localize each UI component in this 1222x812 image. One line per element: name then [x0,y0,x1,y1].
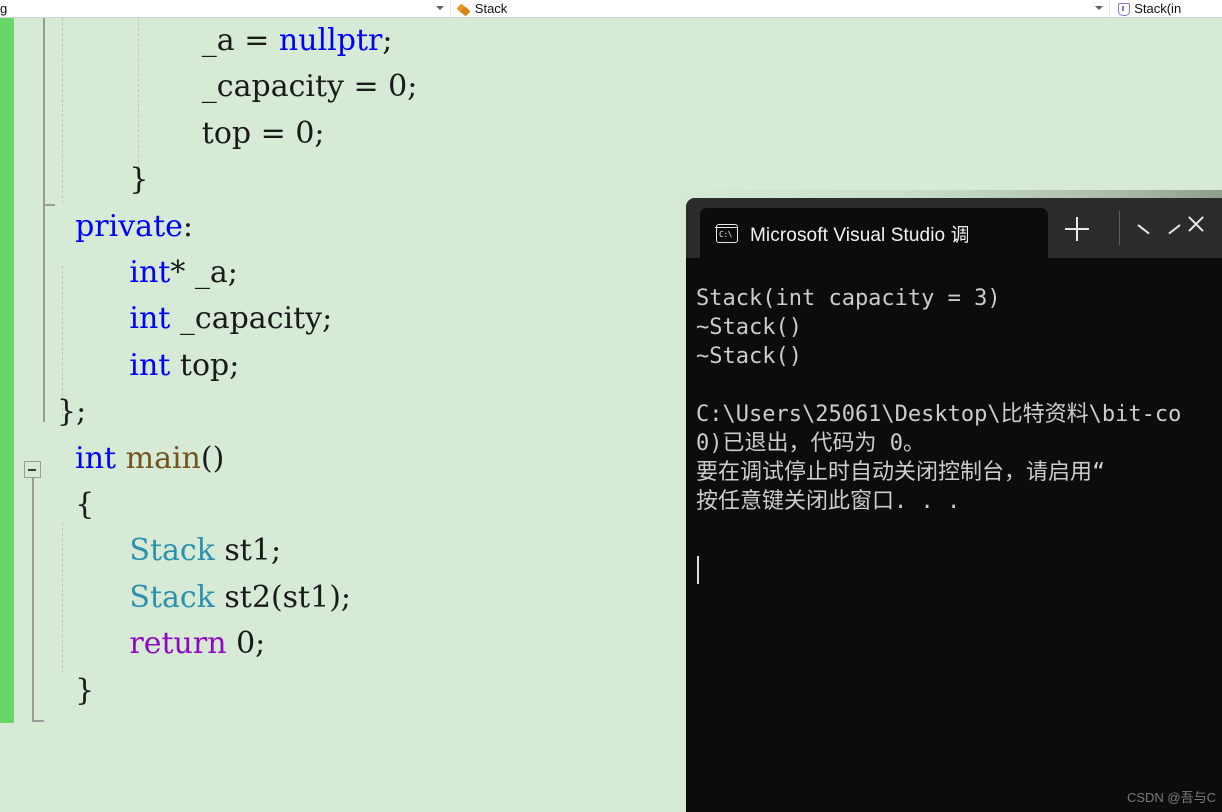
code-token: Stack [129,533,215,569]
code-token: private [75,208,183,244]
class-icon [457,2,471,16]
code-token: int [129,255,171,290]
screenshot-root: g Stack Stack(in _a = nullptr; _capacity … [0,0,1222,812]
code-line: } [129,157,148,203]
member-scope-dropdown[interactable]: Stack(in [1110,0,1222,18]
code-token: ; [382,23,393,58]
outlining-bracket-class [43,18,55,206]
toolbar-divider [1119,211,1120,245]
indent-guide [62,523,64,673]
indent-guide [62,18,64,203]
code-token: st2(st1); [214,579,352,615]
code-token: int [129,301,171,337]
code-line: { [75,482,94,528]
type-scope-dropdown[interactable]: Stack [450,0,1110,18]
code-token: _a = [201,23,279,58]
code-token: } [75,672,95,708]
code-token: _capacity; [170,301,333,337]
code-line: _a = nullptr; [202,18,393,64]
code-line: return 0; [129,621,265,667]
method-icon [1116,2,1131,16]
code-token: : [182,208,193,244]
code-token: }; [57,394,87,430]
code-token: int [129,347,171,383]
code-token: 0; [226,626,266,662]
console-terminal-icon: C:\ [715,223,738,243]
code-token: st1; [214,533,282,569]
project-scope-dropdown[interactable]: g [0,0,450,18]
code-line: }; [57,389,86,435]
indent-guide [138,18,140,178]
console-caret [697,556,699,584]
close-icon[interactable] [1184,212,1208,236]
console-window[interactable]: C:\ Microsoft Visual Studio 调试控制台 Stack(… [686,198,1222,812]
collapse-minus-icon[interactable] [24,461,41,478]
code-token: } [129,162,149,198]
code-line: } [75,668,94,714]
console-tab-active[interactable]: C:\ Microsoft Visual Studio 调试控制台 [700,208,1048,258]
code-line: int top; [129,343,239,389]
chevron-down-icon[interactable] [1138,218,1166,240]
outlining-bracket-main [32,478,44,722]
chevron-down-icon[interactable] [435,6,444,10]
code-token: _capacity = 0; [201,69,418,105]
csdn-watermark: CSDN @吾与C [1126,790,1216,805]
code-line: Stack st2(st1); [129,575,351,621]
code-token: return [129,626,227,662]
code-token: top; [170,347,240,383]
chevron-down-icon[interactable] [1095,6,1104,10]
code-token: * _a; [170,255,238,290]
code-token: int [75,440,117,476]
type-scope-label: Stack [474,1,508,16]
code-token: main [125,440,201,476]
project-scope-label: g [0,1,8,16]
code-line: _capacity = 0; [202,64,418,110]
vs-navigation-bar: g Stack Stack(in [0,0,1222,18]
code-line: top = 0; [202,111,325,157]
code-token: { [75,487,95,522]
code-line: Stack st1; [129,528,281,574]
console-tab-title: Microsoft Visual Studio 调试控制台 [750,224,968,246]
code-token: () [200,440,225,476]
code-line: int _capacity; [129,296,332,342]
console-output-text: Stack(int capacity = 3) ~Stack() ~Stack(… [696,286,1182,514]
code-token: nullptr [278,23,383,58]
member-scope-label: Stack(in [1134,1,1182,16]
console-output-area[interactable]: Stack(int capacity = 3) ~Stack() ~Stack(… [686,258,1222,812]
code-line: int* _a; [129,250,238,296]
code-token: Stack [129,579,215,615]
code-line: private: [75,204,193,250]
change-tracking-margin [0,18,14,723]
code-line: int main() [75,436,224,482]
console-titlebar[interactable]: C:\ Microsoft Visual Studio 调试控制台 [686,198,1222,258]
code-token: top = 0; [201,115,325,151]
plus-icon[interactable] [1062,214,1092,244]
